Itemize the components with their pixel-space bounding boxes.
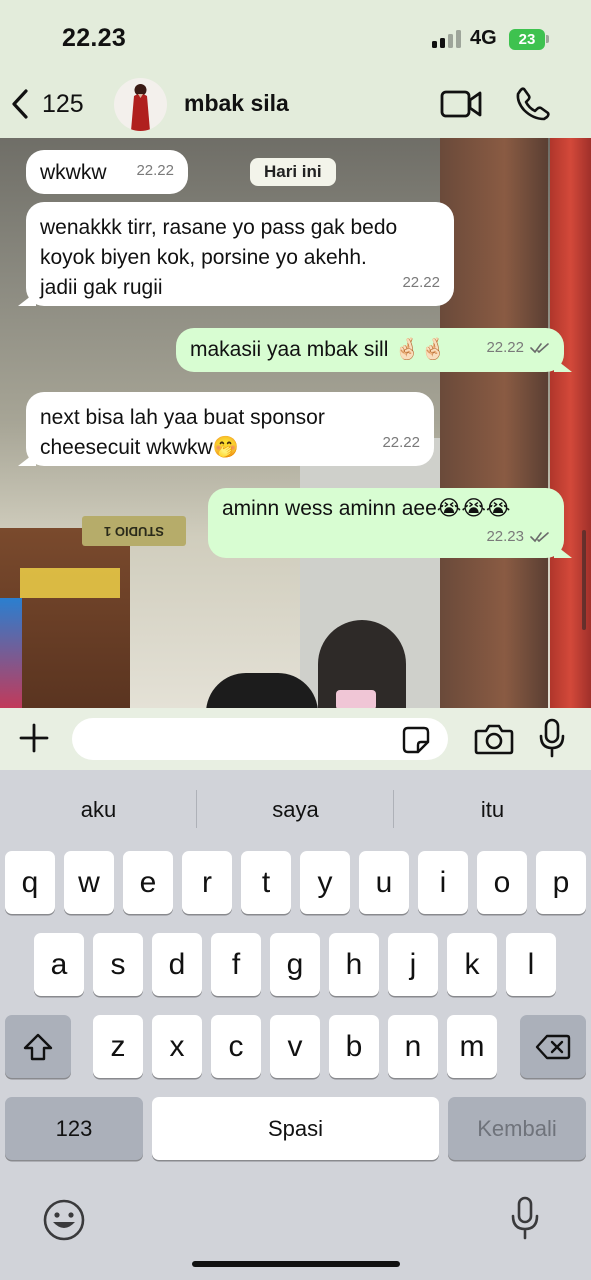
- key[interactable]: z: [93, 1015, 143, 1078]
- voice-message-button[interactable]: [538, 718, 566, 758]
- unread-count: 125: [42, 89, 84, 118]
- phone-icon: [516, 87, 550, 121]
- sticker-button[interactable]: [402, 726, 430, 754]
- key[interactable]: v: [270, 1015, 320, 1078]
- double-check-icon: [530, 532, 549, 543]
- microphone-icon: [511, 1196, 539, 1240]
- space-key[interactable]: Spasi: [152, 1097, 439, 1160]
- video-call-button[interactable]: [440, 88, 482, 120]
- key[interactable]: k: [447, 933, 497, 996]
- contact-name[interactable]: mbak sila: [184, 90, 289, 117]
- key[interactable]: q: [5, 851, 55, 914]
- message-bubble[interactable]: next bisa lah yaa buat sponsor cheesecui…: [18, 392, 434, 466]
- key[interactable]: c: [211, 1015, 261, 1078]
- wallpaper-light: [20, 568, 120, 598]
- chevron-left-icon: [12, 89, 28, 119]
- key[interactable]: g: [270, 933, 320, 996]
- message-composer: [0, 708, 591, 770]
- timestamp: 22.22: [402, 274, 440, 291]
- message-text: wenakkk tirr, rasane yo pass gak bedo ko…: [40, 216, 398, 299]
- delete-key[interactable]: [520, 1015, 586, 1078]
- message-text: next bisa lah yaa buat sponsor cheesecui…: [40, 406, 325, 459]
- sticker-icon: [402, 726, 430, 754]
- bubble-tail: [18, 292, 36, 306]
- dictation-button[interactable]: [510, 1196, 540, 1240]
- avatar[interactable]: [114, 78, 167, 131]
- key[interactable]: l: [506, 933, 556, 996]
- emoji-keyboard-button[interactable]: [42, 1198, 86, 1242]
- suggestion[interactable]: saya: [197, 790, 394, 830]
- microphone-icon: [539, 718, 565, 758]
- network-type: 4G: [470, 27, 497, 49]
- key[interactable]: u: [359, 851, 409, 914]
- wallpaper-wall: [440, 138, 548, 708]
- avatar-image: [131, 84, 150, 131]
- suggestion[interactable]: aku: [0, 790, 197, 830]
- double-check-icon: [530, 343, 549, 354]
- bubble-tail: [18, 452, 36, 466]
- home-indicator[interactable]: [192, 1261, 400, 1267]
- wallpaper-sign: STUDIO 1: [82, 516, 186, 546]
- message-time: 22.23: [486, 522, 550, 552]
- suggestion[interactable]: itu: [394, 790, 591, 830]
- message-bubble[interactable]: makasii yaa mbak sill 🤞🏻🤞🏻 22.22: [176, 328, 572, 372]
- return-key[interactable]: Kembali: [448, 1097, 586, 1160]
- key[interactable]: x: [152, 1015, 202, 1078]
- message-input[interactable]: [72, 718, 448, 760]
- message-bubble[interactable]: aminn wess aminn aee😭😭😭 22.23: [208, 488, 572, 558]
- key[interactable]: m: [447, 1015, 497, 1078]
- numbers-key[interactable]: 123: [5, 1097, 143, 1160]
- key[interactable]: t: [241, 851, 291, 914]
- key[interactable]: s: [93, 933, 143, 996]
- emoji-icon: [43, 1199, 85, 1241]
- message-time: 22.22: [486, 333, 550, 363]
- signal-icon: [432, 30, 462, 48]
- video-camera-icon: [440, 90, 482, 118]
- key[interactable]: b: [329, 1015, 379, 1078]
- battery-icon: 23: [509, 29, 545, 50]
- timestamp: 22.22: [382, 434, 420, 451]
- key[interactable]: i: [418, 851, 468, 914]
- key[interactable]: d: [152, 933, 202, 996]
- timestamp: 22.23: [486, 528, 524, 545]
- backspace-icon: [535, 1034, 571, 1059]
- camera-icon: [474, 724, 514, 755]
- key[interactable]: o: [477, 851, 527, 914]
- message-time: 22.22: [402, 268, 440, 298]
- message-bubble[interactable]: wkwkw 22.22: [26, 150, 188, 194]
- attach-button[interactable]: [18, 722, 50, 754]
- voice-call-button[interactable]: [515, 86, 551, 122]
- message-time: 22.22: [136, 156, 174, 186]
- plus-icon: [19, 723, 49, 753]
- key[interactable]: r: [182, 851, 232, 914]
- key[interactable]: e: [123, 851, 173, 914]
- key[interactable]: h: [329, 933, 379, 996]
- key[interactable]: j: [388, 933, 438, 996]
- key[interactable]: a: [34, 933, 84, 996]
- key[interactable]: w: [64, 851, 114, 914]
- keyboard: aku saya itu q w e r t y u i o p a s d f…: [0, 770, 591, 1280]
- battery-level: 23: [518, 31, 536, 48]
- message-bubble[interactable]: wenakkk tirr, rasane yo pass gak bedo ko…: [18, 202, 454, 306]
- key[interactable]: f: [211, 933, 261, 996]
- message-time: 22.22: [382, 428, 420, 458]
- back-button[interactable]: 125: [10, 84, 84, 124]
- timestamp: 22.22: [486, 339, 524, 356]
- camera-button[interactable]: [474, 722, 514, 756]
- battery-tip: [546, 35, 549, 43]
- timestamp: 22.22: [136, 162, 174, 179]
- status-time: 22.23: [62, 24, 127, 52]
- chat-header: 22.23 4G 23 125 mbak sila: [0, 0, 591, 138]
- key[interactable]: p: [536, 851, 586, 914]
- key[interactable]: y: [300, 851, 350, 914]
- date-separator: Hari ini: [250, 158, 336, 186]
- shift-key[interactable]: [5, 1015, 71, 1078]
- chat-scrollbar[interactable]: [582, 530, 586, 630]
- shift-icon: [23, 1033, 53, 1060]
- key[interactable]: n: [388, 1015, 438, 1078]
- chat-area[interactable]: STUDIO 1 wkwkw 22.22 Hari ini wenakkk ti…: [0, 138, 591, 708]
- wallpaper-screen: [0, 598, 22, 708]
- wallpaper-phone: [336, 690, 376, 708]
- message-text: aminn wess aminn aee😭😭😭: [222, 497, 511, 520]
